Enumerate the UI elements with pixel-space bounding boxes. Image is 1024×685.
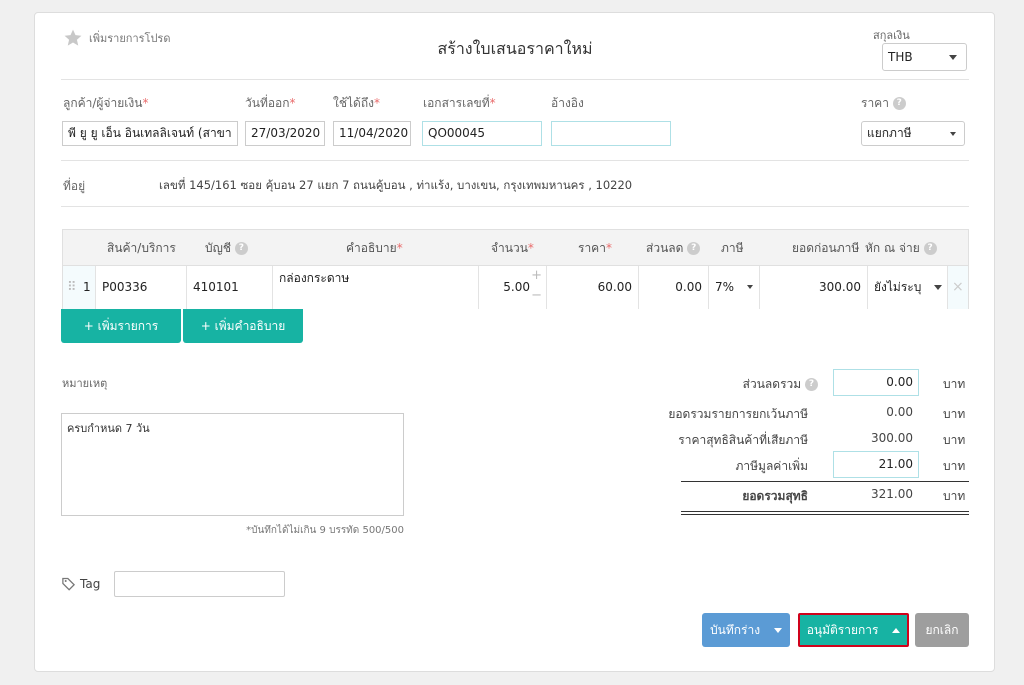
- summary-vat-unit: บาท: [943, 459, 966, 473]
- price-cell[interactable]: 60.00: [547, 266, 639, 309]
- description-cell[interactable]: กล่องกระดาษ: [273, 266, 479, 309]
- summary-discount-input[interactable]: 0.00: [833, 369, 919, 396]
- doc-no-label: เอกสารเลขที่*: [423, 96, 496, 110]
- quotation-form: เพิ่มรายการโปรด สร้างใบเสนอราคาใหม่ สกุล…: [34, 12, 995, 672]
- notes-hint: *บันทึกได้ไม่เกิน 9 บรรทัด 500/500: [246, 525, 404, 536]
- col-price: ราคา*: [578, 241, 612, 255]
- chevron-down-icon: [950, 132, 956, 136]
- price-value: แยกภาษี: [867, 126, 912, 140]
- account-cell[interactable]: 410101: [187, 266, 273, 309]
- help-icon: ?: [892, 97, 906, 110]
- favorite-label: เพิ่มรายการโปรด: [89, 32, 171, 45]
- col-discount: ส่วนลด ?: [646, 230, 701, 266]
- tax-select[interactable]: 7%: [709, 266, 760, 309]
- save-draft-button[interactable]: บันทึกร่าง: [702, 613, 790, 647]
- discount-cell[interactable]: 0.00: [639, 266, 709, 309]
- save-draft-label: บันทึกร่าง: [710, 623, 761, 637]
- currency-select[interactable]: THB: [882, 43, 967, 71]
- col-withholding: หัก ณ จ่าย ?: [865, 230, 937, 266]
- summary-taxable-unit: บาท: [943, 433, 966, 447]
- table-header: สินค้า/บริการ บัญชี ? คำอธิบาย* จำนวน* ร…: [63, 230, 968, 266]
- address-value: เลขที่ 145/161 ซอย คุ้บอน 27 แยก 7 ถนนคู…: [159, 178, 633, 192]
- add-item-button[interactable]: + เพิ่มรายการ: [61, 309, 181, 343]
- quantity-value: 5.00: [503, 280, 530, 294]
- cancel-button[interactable]: ยกเลิก: [915, 613, 969, 647]
- reference-field[interactable]: [551, 121, 671, 146]
- chevron-down-icon: [747, 285, 753, 289]
- col-tax: ภาษี: [721, 241, 744, 255]
- minus-icon[interactable]: −: [531, 274, 542, 317]
- approve-label: อนุมัติรายการ: [806, 623, 879, 637]
- price-label: ราคา ?: [861, 94, 906, 113]
- summary-discount-unit: บาท: [943, 377, 966, 391]
- notes-textarea[interactable]: ครบกำหนด 7 วัน: [61, 413, 404, 516]
- drag-handle-icon[interactable]: ⠿: [63, 266, 81, 309]
- favorite-button[interactable]: เพิ่มรายการโปรด: [63, 27, 170, 49]
- issue-date-label: วันที่ออก*: [245, 96, 296, 110]
- chevron-down-icon: [949, 55, 957, 60]
- help-icon: ?: [923, 242, 937, 255]
- reference-label: อ้างอิง: [551, 96, 584, 110]
- summary-taxable-value: 300.00: [871, 431, 913, 445]
- summary-total-label: ยอดรวมสุทธิ: [742, 489, 808, 503]
- help-icon: ?: [805, 378, 818, 391]
- valid-until-field[interactable]: 11/04/2020: [333, 121, 411, 146]
- customer-field[interactable]: พี ยู ยู เอ็น อินเทลลิเจนท์ (สาขา: [62, 121, 238, 146]
- summary-vat-input[interactable]: 21.00: [833, 451, 919, 478]
- currency-value: THB: [888, 50, 913, 64]
- tag-input[interactable]: [114, 571, 285, 597]
- help-icon: ?: [687, 242, 701, 255]
- issue-date-field[interactable]: 27/03/2020: [245, 121, 325, 146]
- approve-button[interactable]: อนุมัติรายการ: [798, 613, 909, 647]
- summary-total-value: 321.00: [871, 487, 913, 501]
- row-number: 1: [83, 280, 91, 294]
- help-icon: ?: [234, 242, 248, 255]
- quantity-cell[interactable]: 5.00 + −: [479, 266, 547, 309]
- price-select[interactable]: แยกภาษี: [861, 121, 965, 146]
- col-account: บัญชี ?: [205, 230, 248, 266]
- col-quantity: จำนวน*: [491, 241, 534, 255]
- page-title: สร้างใบเสนอราคาใหม่: [437, 39, 593, 58]
- col-pretax: ยอดก่อนภาษี: [792, 241, 860, 255]
- summary-discount-label: ส่วนลดรวม ?: [675, 375, 818, 394]
- customer-label: ลูกค้า/ผู้จ่ายเงิน*: [63, 96, 149, 110]
- doc-no-field[interactable]: QO00045: [422, 121, 542, 146]
- chevron-down-icon: [773, 628, 782, 633]
- col-description: คำอธิบาย*: [346, 241, 403, 255]
- items-table: สินค้า/บริการ บัญชี ? คำอธิบาย* จำนวน* ร…: [62, 229, 969, 309]
- address-label: ที่อยู่: [63, 179, 86, 193]
- chevron-down-icon: [934, 285, 942, 290]
- table-row: ⠿ 1 P00336 410101 กล่องกระดาษ 5.00 + − 6…: [63, 266, 968, 309]
- col-product: สินค้า/บริการ: [107, 241, 176, 255]
- withholding-value: ยังไม่ระบุ: [874, 280, 922, 294]
- delete-row-icon[interactable]: ×: [948, 266, 968, 309]
- summary-taxable-label: ราคาสุทธิสินค้าที่เสียภาษี: [678, 433, 808, 447]
- valid-until-label: ใช้ได้ถึง*: [333, 96, 380, 110]
- summary-exempt-label: ยอดรวมรายการยกเว้นภาษี: [668, 407, 808, 421]
- tax-value: 7%: [715, 280, 735, 294]
- summary-exempt-value: 0.00: [886, 405, 913, 419]
- add-description-button[interactable]: + เพิ่มคำอธิบาย: [183, 309, 303, 343]
- chevron-up-icon: [892, 628, 901, 633]
- product-cell[interactable]: P00336: [95, 266, 187, 309]
- currency-label: สกุลเงิน: [873, 29, 910, 42]
- summary-vat-label: ภาษีมูลค่าเพิ่ม: [735, 459, 808, 473]
- notes-label: หมายเหตุ: [62, 377, 108, 390]
- star-icon: [64, 29, 82, 46]
- tag-label: Tag: [61, 576, 100, 591]
- tag-icon: [62, 577, 76, 591]
- notes-value: ครบกำหนด 7 วัน: [67, 422, 150, 435]
- pretax-cell: 300.00: [760, 266, 868, 309]
- summary-exempt-unit: บาท: [943, 407, 966, 421]
- summary-total-unit: บาท: [943, 489, 966, 503]
- withholding-select[interactable]: ยังไม่ระบุ: [868, 266, 948, 309]
